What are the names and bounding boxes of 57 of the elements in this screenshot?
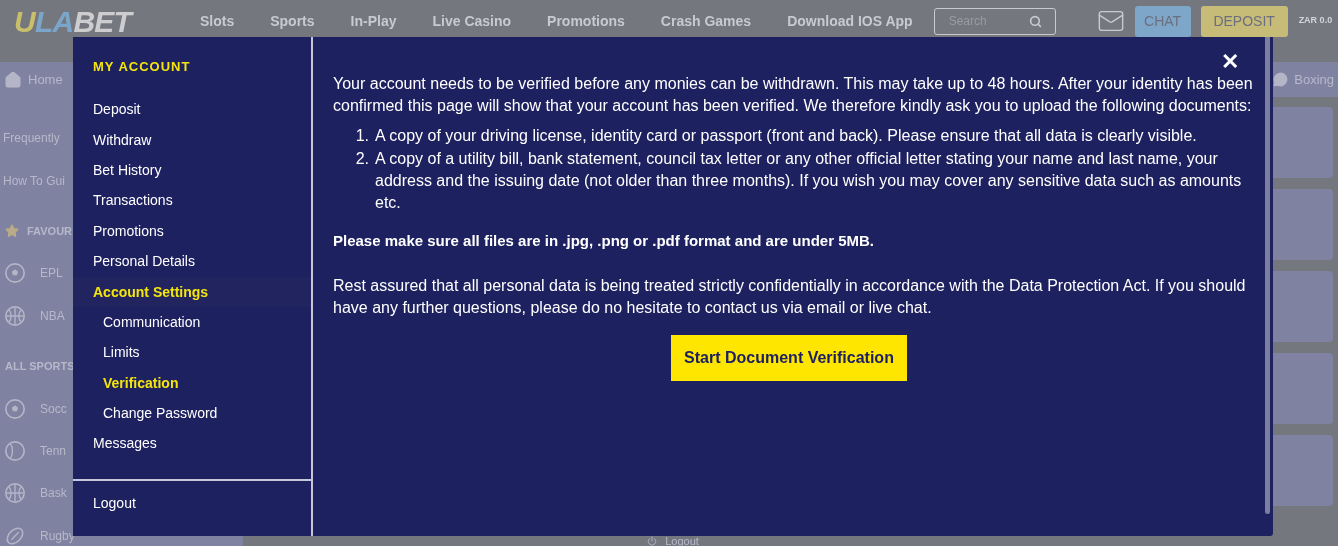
account-menu-item[interactable]: Limits <box>73 337 311 368</box>
sport-link[interactable]: Tenn <box>40 442 67 461</box>
nav-link[interactable]: Promotions <box>547 10 625 32</box>
ball-icon <box>4 397 26 420</box>
home-icon <box>4 70 22 89</box>
sport-tab[interactable]: Boxing <box>1294 69 1334 90</box>
sport-link[interactable]: Socc <box>40 399 67 418</box>
format-note: Please make sure all files are in .jpg, .png or .pdf format and are under 5MB. <box>333 231 875 251</box>
list-text: A copy of your driving license, identity card or passport (front and back). Please ensure that all data is clearly visible. <box>375 126 1197 146</box>
balance: ZAR 0.0 <box>1298 14 1333 28</box>
ball-icon <box>4 482 26 505</box>
nav-link[interactable]: Slots <box>200 10 235 32</box>
chat-button[interactable]: CHAT <box>1134 5 1191 37</box>
nav-link[interactable]: Download IOS App <box>787 10 913 32</box>
privacy-text: Rest assured that all personal data is being treated strictly confidentially in accordance with the Data Protection Act. If you should have any further questions, please do no hesitate to contact us via email or live chat. <box>333 276 1247 318</box>
deposit-button[interactable]: DEPOSIT <box>1200 5 1288 37</box>
sport-link[interactable]: Bask <box>40 484 67 503</box>
menu-title: MY ACCOUNT <box>92 58 192 76</box>
logo-text[interactable]: U <box>14 0 35 44</box>
nav-link[interactable]: Live Casino <box>432 10 512 32</box>
power-icon <box>647 536 658 546</box>
logout-button[interactable]: Logout <box>73 493 136 514</box>
nav-link[interactable]: In-Play <box>350 10 397 32</box>
rugby-ball-icon <box>4 524 26 546</box>
search-icon[interactable] <box>1028 14 1042 28</box>
account-menu-item[interactable]: Personal Details <box>73 246 311 277</box>
sport-link[interactable]: Rugby <box>40 526 75 545</box>
sidebar-link[interactable]: How To Gui <box>3 171 65 190</box>
account-menu-item[interactable]: Withdraw <box>73 124 311 156</box>
nav-link[interactable]: Sports <box>270 10 315 32</box>
ball-icon <box>4 262 26 285</box>
sport-link[interactable]: NBA <box>40 306 65 325</box>
section-heading: ALL SPORTS <box>5 359 75 374</box>
scrollbar[interactable] <box>1265 37 1270 514</box>
start-verification-button[interactable]: Start Document Verification <box>671 335 907 381</box>
close-button[interactable]: ✕ <box>1221 51 1239 73</box>
list-text: A copy of a utility bill, bank statement, council tax letter or any other official letter stating your name and last name, your address and the issuing date (not older than three months). If you wish you may cover any sensitive data such as amounts etc. <box>375 149 1243 213</box>
logo-text[interactable]: LA <box>34 0 74 44</box>
account-menu-item[interactable]: Messages <box>73 428 311 460</box>
star-icon <box>5 224 19 238</box>
account-menu-item[interactable]: Verification <box>73 368 311 399</box>
sidebar-link[interactable]: Frequently <box>3 129 60 148</box>
section-heading: FAVOUR <box>27 223 73 239</box>
account-menu-item[interactable]: Promotions <box>73 216 311 247</box>
ball-icon <box>4 304 26 327</box>
list-number: 2. <box>355 149 369 169</box>
ball-icon <box>4 440 26 463</box>
account-menu-item[interactable]: Bet History <box>73 155 311 186</box>
account-menu-item[interactable]: Deposit <box>73 94 311 125</box>
account-menu-item[interactable]: Change Password <box>73 398 311 429</box>
account-menu-item[interactable]: Transactions <box>73 185 311 217</box>
nav-link[interactable]: Crash Games <box>660 10 752 32</box>
account-menu-item[interactable]: Communication <box>73 307 311 338</box>
list-number: 1. <box>355 126 369 146</box>
sport-link[interactable]: EPL <box>40 264 63 283</box>
sport-tab[interactable]: Home <box>28 69 63 90</box>
intro-text: Your account needs to be verified before any monies can be withdrawn. This may take up to 48 hours. After your identity has been confirmed this page will show that your account has been verified. We therefore kindly ask you to upload the following documents: <box>333 74 1254 116</box>
